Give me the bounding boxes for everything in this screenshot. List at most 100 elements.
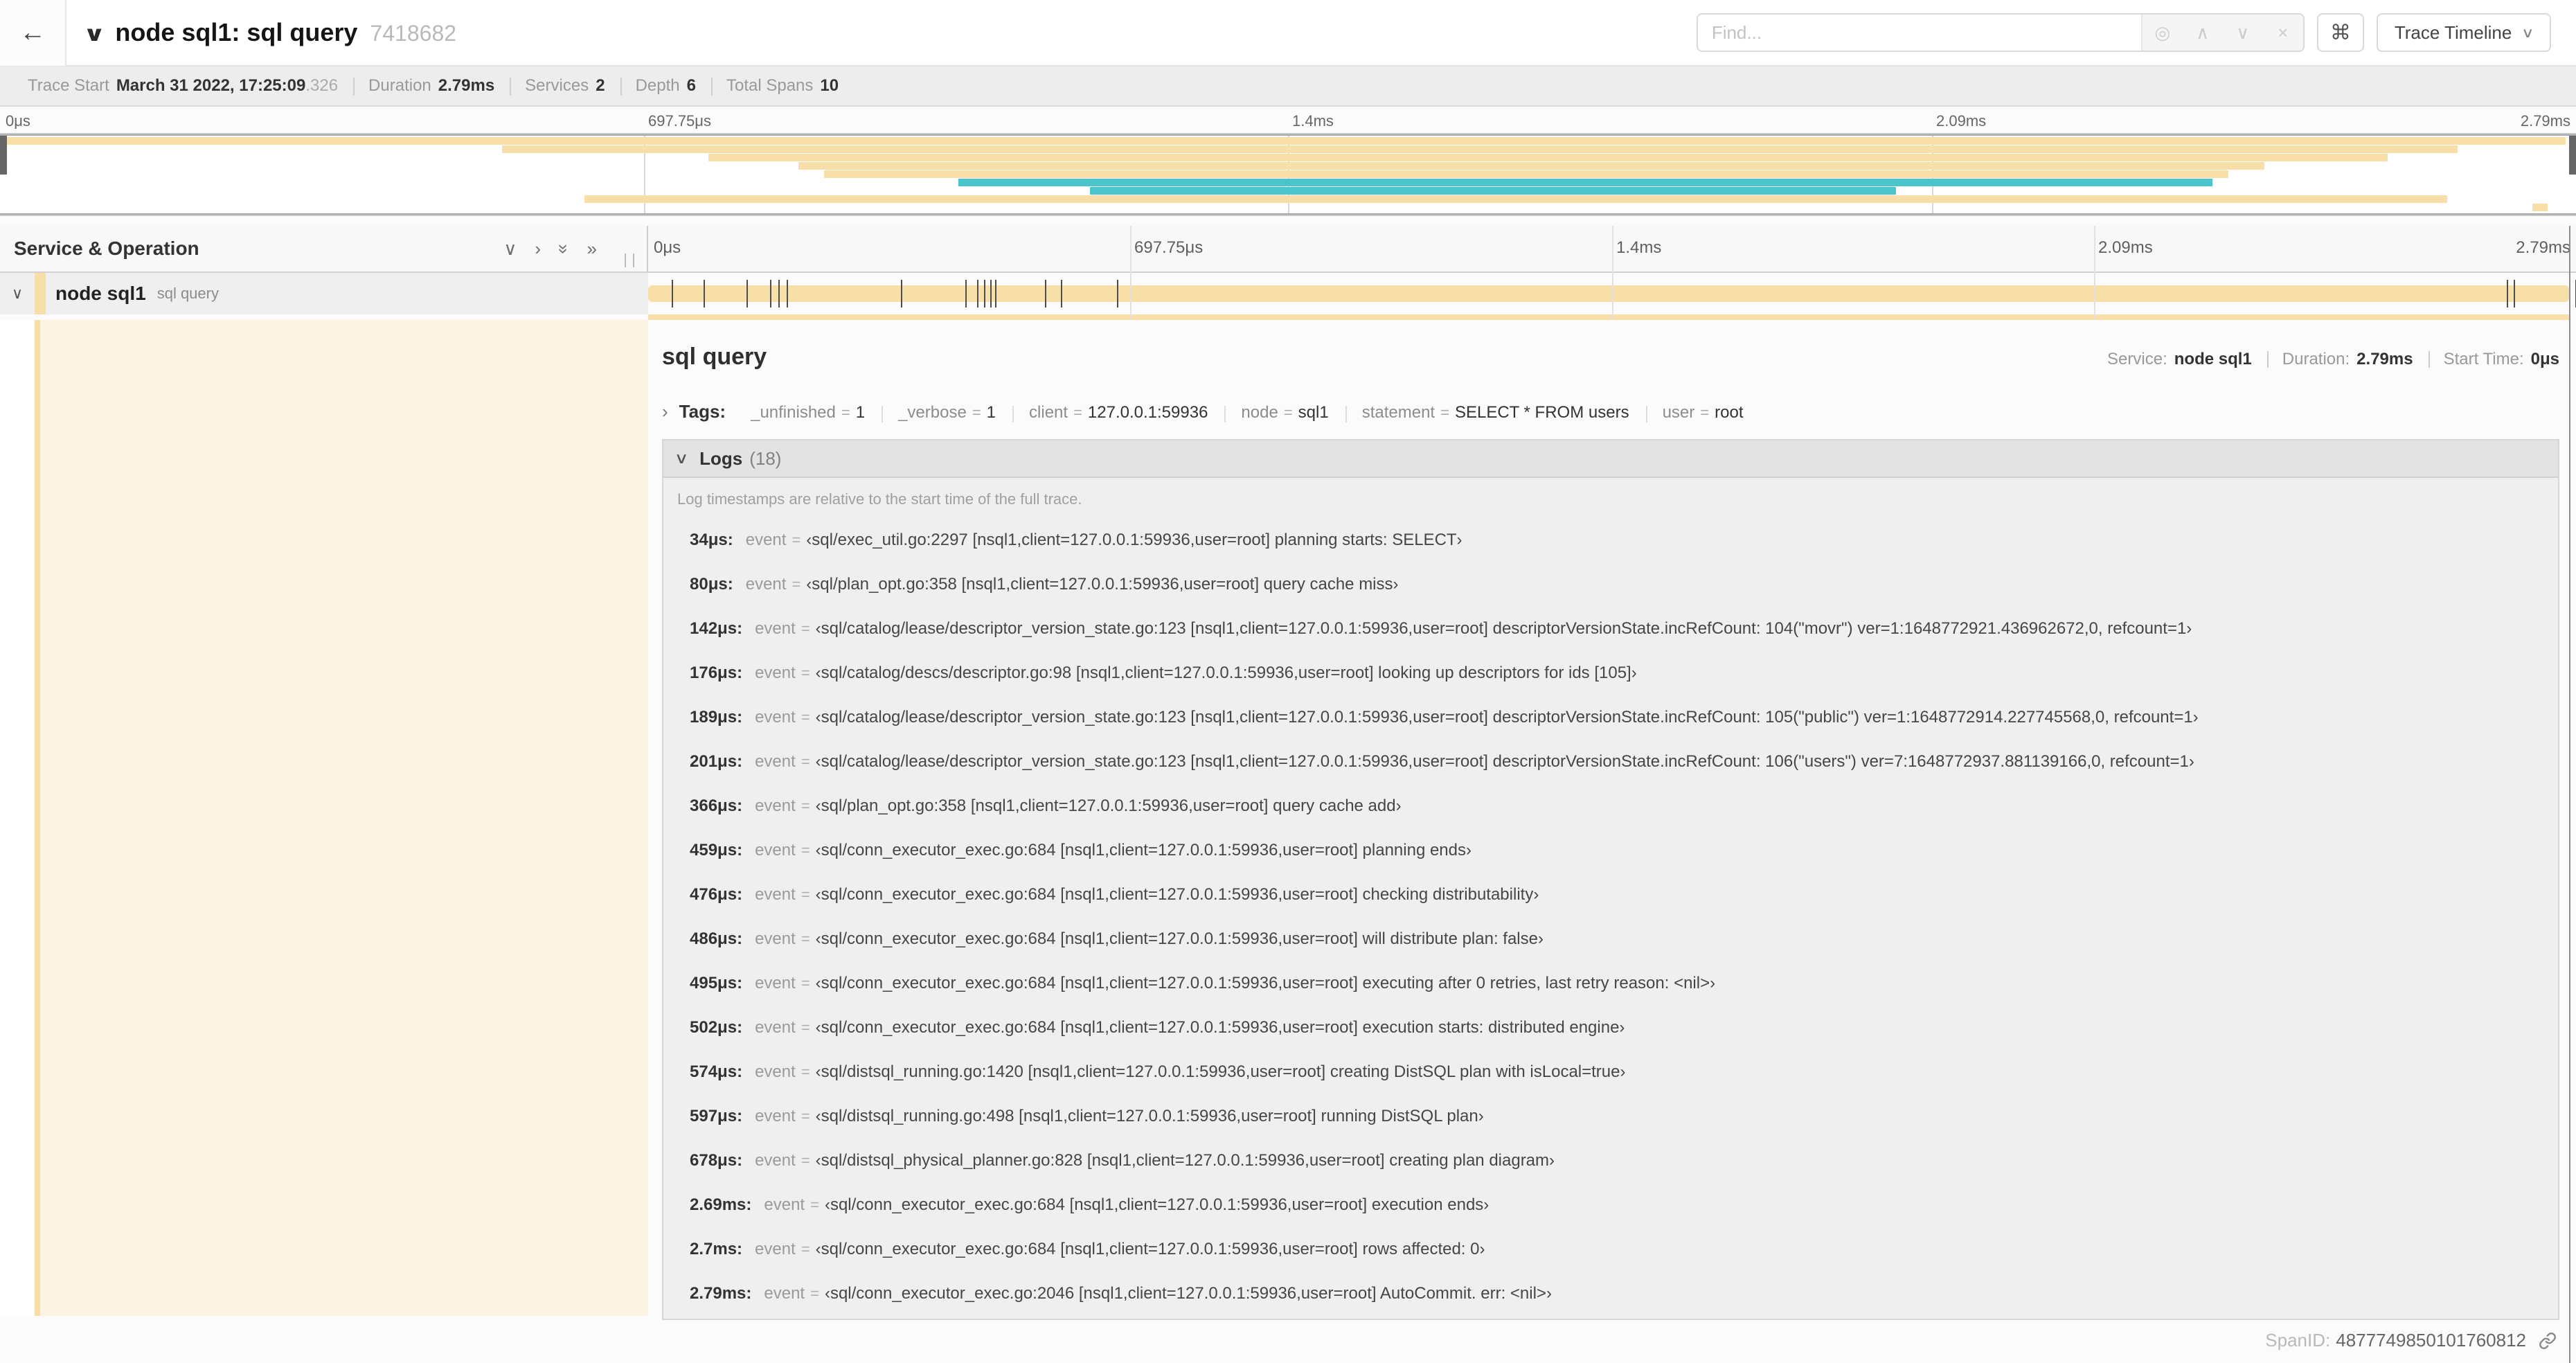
service-operation-title: Service & Operation xyxy=(14,238,199,259)
log-equals: = xyxy=(800,841,810,859)
service-operation-header: Service & Operation ∨ › » » xyxy=(0,226,648,271)
log-entry-row[interactable]: 597μs: event = ‹sql/distsql_running.go:4… xyxy=(663,1094,2558,1139)
log-field-key: event xyxy=(755,1151,796,1170)
span-name-cell[interactable]: ∨ node sql1 sql query xyxy=(0,273,648,314)
log-equals: = xyxy=(800,974,810,992)
log-timestamp: 476μs: xyxy=(690,885,743,904)
logs-accordion-header[interactable]: ∨ Logs (18) xyxy=(663,440,2558,478)
log-event-text: ‹sql/catalog/descs/descriptor.go:98 [nsq… xyxy=(815,663,1637,682)
back-button[interactable]: ← xyxy=(0,0,66,66)
log-event-text: ‹sql/conn_executor_exec.go:2046 [nsql1,c… xyxy=(824,1284,1552,1303)
minimap-span-row xyxy=(0,204,2576,212)
deep-link-icon[interactable] xyxy=(2539,1332,2557,1350)
log-entry-row[interactable]: 2.79ms: event = ‹sql/conn_executor_exec.… xyxy=(663,1272,2558,1316)
tags-accordion-header[interactable]: › Tags: _unfinished = 1 _verbose = 1 cli… xyxy=(662,401,2559,422)
log-equals: = xyxy=(800,664,810,682)
view-selector-button[interactable]: Trace Timeline ∨ xyxy=(2376,13,2551,52)
log-entry-row[interactable]: 476μs: event = ‹sql/conn_executor_exec.g… xyxy=(663,873,2558,917)
log-timestamp: 2.7ms: xyxy=(690,1240,743,1258)
log-entry-row[interactable]: 2.69ms: event = ‹sql/conn_executor_exec.… xyxy=(663,1183,2558,1227)
collapse-all-icon[interactable]: » xyxy=(553,244,575,253)
log-entry-row[interactable]: 486μs: event = ‹sql/conn_executor_exec.g… xyxy=(663,917,2558,961)
log-equals: = xyxy=(800,1240,810,1258)
span-duration-bar[interactable] xyxy=(648,285,2569,302)
column-resizer-handle[interactable] xyxy=(625,253,634,267)
chevron-down-icon: ∨ xyxy=(674,449,689,467)
log-field-key: event xyxy=(755,841,796,859)
log-field-key: event xyxy=(755,885,796,904)
minimap-span-bar xyxy=(0,137,2566,145)
log-event-text: ‹sql/conn_executor_exec.go:684 [nsql1,cl… xyxy=(815,974,1716,992)
tag-equals: = xyxy=(1073,404,1082,421)
log-tick-mark xyxy=(1044,280,1046,308)
keyboard-shortcuts-button[interactable]: ⌘ xyxy=(2316,13,2364,52)
log-timestamp: 459μs: xyxy=(690,841,743,859)
log-entry-row[interactable]: 574μs: event = ‹sql/distsql_running.go:1… xyxy=(663,1050,2558,1094)
minimap-right-scrubber[interactable] xyxy=(2569,136,2576,175)
collapse-one-icon[interactable]: ∨ xyxy=(503,238,517,260)
log-timestamp: 366μs: xyxy=(690,796,743,815)
log-tick-mark xyxy=(787,280,789,308)
overview-item: Service: node sql1 xyxy=(2092,350,2267,369)
log-entry-row[interactable]: 502μs: event = ‹sql/conn_executor_exec.g… xyxy=(663,1006,2558,1050)
log-equals: = xyxy=(800,930,810,947)
tag-value: 1 xyxy=(855,403,866,422)
log-entry-row[interactable]: 189μs: event = ‹sql/catalog/lease/descri… xyxy=(663,695,2558,740)
span-bar-cell[interactable] xyxy=(648,273,2576,314)
find-input[interactable] xyxy=(1697,15,2141,51)
minimap-canvas[interactable] xyxy=(0,134,2576,215)
log-timestamp: 189μs: xyxy=(690,708,743,727)
log-entry-row[interactable]: 142μs: event = ‹sql/catalog/lease/descri… xyxy=(663,607,2558,651)
log-entry-row[interactable]: 176μs: event = ‹sql/catalog/descs/descri… xyxy=(663,651,2558,695)
tag-item: _unfinished = 1 xyxy=(734,403,882,422)
log-event-text: ‹sql/conn_executor_exec.go:684 [nsql1,cl… xyxy=(815,929,1544,948)
log-tick-mark xyxy=(671,280,673,308)
expand-all-icon[interactable]: » xyxy=(587,238,597,260)
expand-one-icon[interactable]: › xyxy=(535,238,541,260)
log-entry-row[interactable]: 678μs: event = ‹sql/distsql_physical_pla… xyxy=(663,1139,2558,1183)
timeline-ruler: 0μs 697.75μs 1.4ms 2.09ms 2.79ms xyxy=(648,226,2576,271)
minimap-span-bar xyxy=(824,170,2228,178)
span-collapse-icon[interactable]: ∨ xyxy=(0,285,35,303)
find-match-icon[interactable]: ◎ xyxy=(2143,22,2183,44)
minimap-left-scrubber[interactable] xyxy=(0,136,7,175)
log-timestamp: 502μs: xyxy=(690,1018,743,1037)
top-bar: ← ∨ node sql1: sql query 7418682 ◎ ∧ ∨ ×… xyxy=(0,0,2576,66)
minimap-span-bar xyxy=(1089,187,1896,195)
tag-item: node = sql1 xyxy=(1224,403,1345,422)
log-event-text: ‹sql/catalog/lease/descriptor_version_st… xyxy=(815,752,2194,771)
collapse-trace-icon[interactable]: ∨ xyxy=(83,22,106,46)
ruler-tick-label: 2.09ms xyxy=(2098,238,2153,257)
log-entry-row[interactable]: 2.7ms: event = ‹sql/conn_executor_exec.g… xyxy=(663,1227,2558,1272)
tag-item: user = root xyxy=(1645,403,1760,422)
log-tick-mark xyxy=(769,280,771,308)
minimap-span-row xyxy=(0,137,2576,145)
tag-item: _verbose = 1 xyxy=(882,403,1012,422)
log-tick-mark xyxy=(1060,280,1062,308)
trace-stats-bar: Trace Start March 31 2022, 17:25:09 .326… xyxy=(0,66,2576,107)
overview-item: Duration: 2.79ms xyxy=(2266,350,2429,369)
find-buttons: ◎ ∧ ∨ × xyxy=(2140,15,2303,51)
minimap-tick-label: 697.75μs xyxy=(648,112,711,130)
find-clear-icon[interactable]: × xyxy=(2263,22,2303,44)
find-prev-icon[interactable]: ∧ xyxy=(2183,22,2223,44)
log-field-key: event xyxy=(755,752,796,771)
minimap-span-row xyxy=(0,170,2576,179)
log-entry-row[interactable]: 459μs: event = ‹sql/conn_executor_exec.g… xyxy=(663,828,2558,873)
log-tick-mark xyxy=(965,280,967,308)
minimap-span-bar xyxy=(2532,204,2548,211)
log-entry-row[interactable]: 201μs: event = ‹sql/catalog/lease/descri… xyxy=(663,740,2558,784)
detail-accent-row xyxy=(0,314,2576,320)
overview-value: 0μs xyxy=(2530,350,2559,368)
chevron-down-icon: ∨ xyxy=(2521,25,2535,41)
find-next-icon[interactable]: ∨ xyxy=(2223,22,2263,44)
span-id-row: SpanID: 4877749850101760812 xyxy=(662,1330,2559,1351)
log-timestamp: 597μs: xyxy=(690,1107,743,1125)
log-entry-row[interactable]: 495μs: event = ‹sql/conn_executor_exec.g… xyxy=(663,961,2558,1006)
log-timestamp: 486μs: xyxy=(690,929,743,948)
log-entry-row[interactable]: 34μs: event = ‹sql/exec_util.go:2297 [ns… xyxy=(663,518,2558,562)
span-accent-strip xyxy=(648,314,2569,320)
log-entry-row[interactable]: 366μs: event = ‹sql/plan_opt.go:358 [nsq… xyxy=(663,784,2558,828)
log-entry-row[interactable]: 80μs: event = ‹sql/plan_opt.go:358 [nsql… xyxy=(663,562,2558,607)
span-service-name: node sql1 xyxy=(55,283,146,304)
